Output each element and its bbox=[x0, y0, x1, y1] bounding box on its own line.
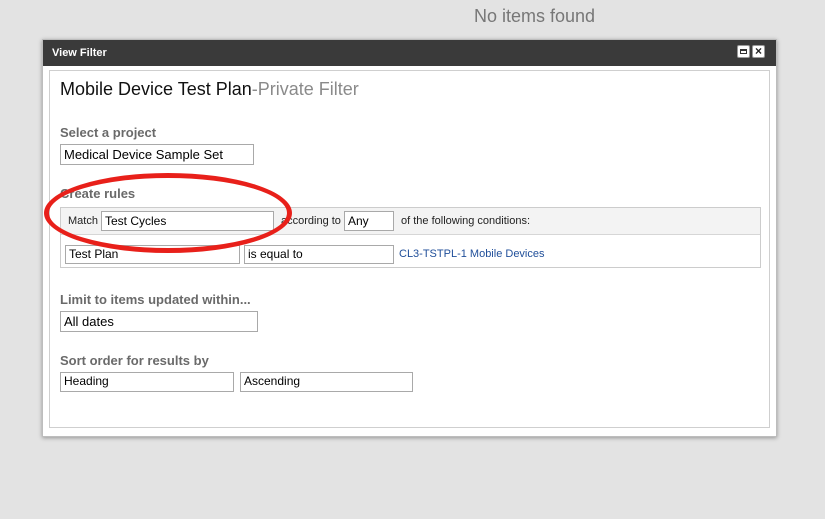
filter-title: Mobile Device Test Plan-Private Filter bbox=[60, 79, 359, 100]
close-icon: × bbox=[754, 44, 762, 58]
dialog-title: View Filter bbox=[52, 47, 107, 59]
project-select[interactable]: Medical Device Sample Set bbox=[60, 144, 254, 165]
sort-field-select[interactable]: Heading bbox=[60, 372, 234, 392]
no-items-message: No items found bbox=[474, 6, 596, 26]
maximize-button[interactable] bbox=[737, 45, 750, 58]
condition-value-link[interactable]: CL3-TSTPL-1 Mobile Devices bbox=[399, 248, 545, 260]
according-select[interactable]: Any bbox=[344, 211, 394, 231]
rules-box: Match Test Cycles according to Any of th… bbox=[60, 207, 761, 268]
maximize-icon bbox=[740, 49, 747, 54]
close-button[interactable]: × bbox=[752, 45, 765, 58]
limit-select[interactable]: All dates bbox=[60, 311, 258, 332]
match-label: Match bbox=[68, 215, 98, 227]
match-select[interactable]: Test Cycles bbox=[101, 211, 274, 231]
according-label: according to bbox=[281, 215, 341, 227]
view-filter-dialog: View Filter × Mobile Device Test Plan-Pr… bbox=[42, 39, 777, 437]
dialog-body: Mobile Device Test Plan-Private Filter S… bbox=[49, 70, 770, 428]
condition-field-select[interactable]: Test Plan bbox=[65, 245, 240, 264]
project-label: Select a project bbox=[60, 125, 157, 140]
sort-label: Sort order for results by bbox=[60, 353, 209, 368]
conditions-label: of the following conditions: bbox=[401, 215, 531, 227]
rules-label: Create rules bbox=[60, 186, 136, 201]
sort-direction-select[interactable]: Ascending bbox=[240, 372, 413, 392]
limit-label: Limit to items updated within... bbox=[60, 292, 251, 307]
filter-name: Mobile Device Test Plan bbox=[60, 79, 252, 99]
rules-header: Match Test Cycles according to Any of th… bbox=[61, 208, 760, 235]
condition-operator-select[interactable]: is equal to bbox=[244, 245, 394, 264]
page: No items found View Filter × Mobile Devi… bbox=[0, 0, 825, 519]
filter-scope: Private Filter bbox=[257, 79, 359, 99]
dialog-titlebar[interactable]: View Filter × bbox=[43, 40, 776, 66]
